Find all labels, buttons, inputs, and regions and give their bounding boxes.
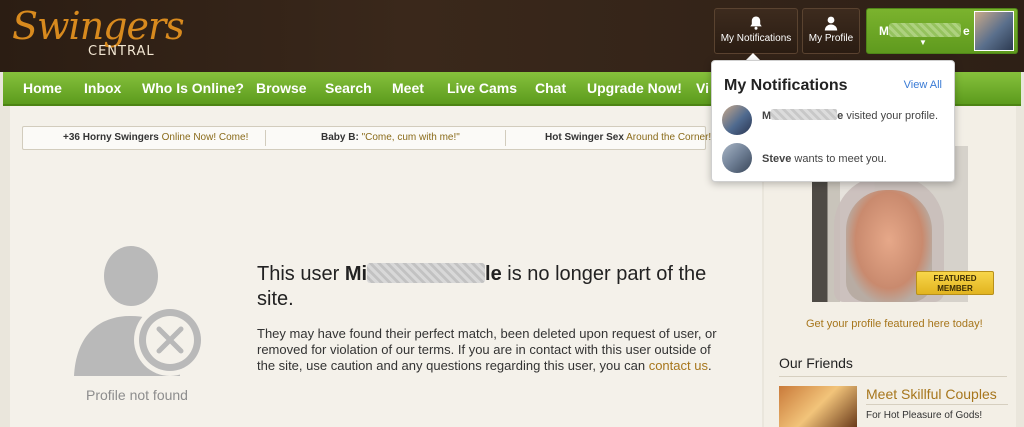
notification-text: Steve wants to meet you. (762, 153, 942, 166)
user-name-redacted (889, 23, 961, 37)
profile-label: My Profile (808, 33, 854, 44)
nav-chat[interactable]: Chat (535, 80, 566, 96)
nav-browse[interactable]: Browse (256, 80, 307, 96)
ticker-item[interactable]: +36 Horny Swingers Online Now! Come! (63, 127, 248, 149)
nav-who-is-online[interactable]: Who Is Online? (142, 80, 244, 96)
message-body: They may have found their perfect match,… (257, 326, 717, 373)
notification-text: Me visited your profile. (762, 109, 942, 123)
avatar (722, 105, 752, 135)
ticker-text: "Come, cum with me!" (358, 132, 460, 143)
notifications-title: My Notifications (724, 77, 848, 94)
notifications-button[interactable]: My Notifications (714, 8, 798, 54)
nav-meet[interactable]: Meet (392, 80, 424, 96)
user-menu[interactable]: M e ▼ (866, 8, 1018, 54)
notification-action: wants to meet you. (791, 153, 887, 165)
ticker-item[interactable]: Hot Swinger Sex Around the Corner! (545, 127, 711, 149)
nav-truncated[interactable]: Vi (696, 80, 709, 96)
notification-item[interactable]: Steve wants to meet you. (722, 143, 944, 177)
ticker-bold: Hot Swinger Sex (545, 132, 624, 143)
page-title: This user Mi le is no longer part of the … (257, 262, 737, 312)
notification-item[interactable]: Me visited your profile. (722, 105, 944, 139)
removal-message: They may have found their perfect match,… (257, 326, 717, 374)
avatar (974, 11, 1014, 51)
notifications-dropdown: My Notifications View All Me visited you… (711, 60, 955, 182)
logo-subtitle: CENTRAL (88, 44, 155, 59)
ticker-item[interactable]: Baby B: "Come, cum with me!" (321, 127, 460, 149)
featured-cta-link[interactable]: Get your profile featured here today! (806, 318, 983, 330)
user-name-end: e (963, 24, 970, 38)
nav-search[interactable]: Search (325, 80, 372, 96)
avatar (722, 143, 752, 173)
notification-action: visited your profile. (843, 110, 939, 122)
user-name-start: M (879, 24, 889, 38)
nav-inbox[interactable]: Inbox (84, 80, 121, 96)
user-name-redacted (367, 263, 486, 283)
ticker-bold: Baby B: (321, 132, 359, 143)
nav-upgrade[interactable]: Upgrade Now! (587, 80, 682, 96)
divider (505, 130, 506, 146)
friend-description: For Hot Pleasure of Gods! (866, 410, 983, 421)
view-all-link[interactable]: View All (904, 79, 942, 91)
message-end: . (707, 358, 712, 373)
my-profile-button[interactable]: My Profile (802, 8, 860, 54)
friend-thumbnail[interactable] (779, 386, 857, 427)
bell-icon (750, 16, 762, 30)
user-name-redacted (771, 109, 838, 120)
friend-link[interactable]: Meet Skillful Couples (866, 386, 997, 402)
title-name-start: Mi (344, 263, 368, 285)
caret-down-icon: ▼ (919, 38, 927, 47)
divider (866, 404, 1008, 405)
ticker-text: Around the Corner! (623, 132, 712, 143)
title-name-end: le (485, 263, 502, 285)
friends-heading: Our Friends (779, 355, 853, 371)
person-icon (824, 16, 838, 31)
ticker-text: Online Now! Come! (158, 132, 249, 143)
site-logo[interactable]: Swingers CENTRAL (12, 4, 185, 64)
logo-script: Swingers (12, 4, 185, 48)
notification-user: Steve (762, 153, 792, 165)
title-prefix: This user (257, 263, 345, 285)
user-removed-icon (74, 246, 206, 376)
divider (779, 376, 1007, 377)
ticker-bold: +36 Horny Swingers (63, 132, 159, 143)
notification-user-start: M (762, 110, 772, 122)
profile-not-found-label: Profile not found (86, 387, 188, 403)
activity-ticker: +36 Horny Swingers Online Now! Come! Bab… (22, 126, 711, 150)
divider (265, 130, 266, 146)
featured-member-badge: FEATURED MEMBER (916, 271, 994, 295)
nav-home[interactable]: Home (23, 80, 62, 96)
notifications-label: My Notifications (720, 33, 792, 44)
contact-us-link[interactable]: contact us (649, 358, 708, 373)
nav-live-cams[interactable]: Live Cams (447, 80, 517, 96)
